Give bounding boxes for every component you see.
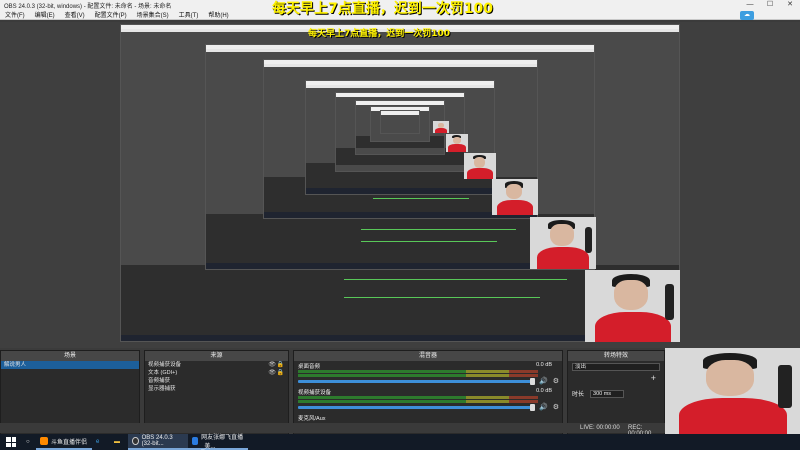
volume-meter bbox=[298, 400, 538, 403]
window-controls: — ☐ ✕ bbox=[740, 0, 800, 10]
source-label: 视频捕获设备 bbox=[148, 362, 182, 368]
scenes-dock-title: 场景 bbox=[1, 351, 139, 361]
speaker-icon[interactable]: 🔊 bbox=[539, 377, 548, 385]
nested-webcam-4 bbox=[464, 153, 496, 179]
source-label: 音频捕获 bbox=[148, 378, 171, 384]
duration-input[interactable]: 300 ms bbox=[590, 389, 625, 398]
minimize-button[interactable]: — bbox=[740, 0, 760, 10]
slider-handle[interactable] bbox=[530, 378, 535, 385]
taskbar-app-obs[interactable]: OBS 24.0.3 (32-bit... bbox=[128, 434, 188, 450]
preview-canvas[interactable]: 每天早上7点直播，迟到一次罚100 bbox=[0, 22, 800, 348]
source-label: 显示器捕获 bbox=[148, 386, 176, 392]
menu-help[interactable]: 帮助(H) bbox=[203, 10, 233, 19]
transitions-dock-title: 转场特效 bbox=[568, 351, 664, 361]
menu-edit[interactable]: 编辑(E) bbox=[30, 10, 60, 19]
source-label: 文本 (GDI+) bbox=[148, 370, 178, 376]
taskbar: ○ 斗鱼直播伴侣 e ▬ OBS 24.0.3 (32-bit... 网友张娜飞… bbox=[0, 434, 800, 450]
duration-label: 时长 bbox=[572, 392, 585, 398]
source-item-display-capture[interactable]: 显示器捕获 bbox=[145, 385, 288, 393]
stream-banner-text: 每天早上7点直播，迟到一次罚100 bbox=[272, 1, 493, 17]
nested-webcam-1 bbox=[585, 270, 680, 342]
slider-handle[interactable] bbox=[530, 404, 535, 411]
cloud-icon[interactable]: ☁ bbox=[740, 11, 754, 20]
nested-webcam-6 bbox=[433, 121, 449, 133]
menu-view[interactable]: 查看(V) bbox=[60, 10, 90, 19]
nested-capture-8 bbox=[380, 110, 420, 134]
nested-webcam-3 bbox=[492, 179, 538, 215]
lock-icon[interactable]: 🔒 bbox=[277, 369, 284, 377]
volume-meter bbox=[298, 370, 538, 373]
mixer-channel-desktop: 桌面音频 0.0 dB 🔊 ⚙ bbox=[294, 361, 562, 387]
menu-scene-collection[interactable]: 场景集合(S) bbox=[132, 10, 174, 19]
taskbar-app-douyu[interactable]: 斗鱼直播伴侣 bbox=[36, 434, 92, 450]
transition-select[interactable]: 淡出 bbox=[572, 363, 660, 371]
nested-banner-1: 每天早上7点直播，迟到一次罚100 bbox=[308, 29, 451, 39]
channel-db: 0.0 dB bbox=[536, 362, 552, 368]
search-icon[interactable]: ○ bbox=[22, 434, 36, 450]
menu-file[interactable]: 文件(F) bbox=[0, 10, 30, 19]
folder-icon[interactable]: ▬ bbox=[110, 434, 128, 450]
nested-webcam-2 bbox=[530, 217, 596, 269]
source-item-text[interactable]: 文本 (GDI+) 👁 🔒 bbox=[145, 369, 288, 377]
maximize-button[interactable]: ☐ bbox=[760, 0, 780, 10]
close-button[interactable]: ✕ bbox=[780, 0, 800, 10]
nested-webcam-5 bbox=[446, 134, 468, 152]
gear-icon[interactable]: ⚙ bbox=[553, 377, 559, 385]
webcam-overlay bbox=[665, 348, 800, 434]
eye-icon[interactable]: 👁 bbox=[268, 369, 276, 377]
source-item-video-capture[interactable]: 视频捕获设备 👁 🔒 bbox=[145, 361, 288, 369]
volume-meter bbox=[298, 374, 538, 377]
speaker-icon[interactable]: 🔊 bbox=[539, 403, 548, 411]
channel-name: 视频捕获设备 bbox=[298, 390, 332, 396]
volume-meter bbox=[298, 396, 538, 399]
mixer-channel-video: 视频捕获设备 0.0 dB 🔊 ⚙ bbox=[294, 387, 562, 413]
windows-start-icon[interactable] bbox=[6, 437, 16, 447]
menu-tools[interactable]: 工具(T) bbox=[174, 10, 204, 19]
channel-db: 0.0 dB bbox=[536, 388, 552, 394]
volume-slider[interactable] bbox=[298, 378, 535, 385]
lock-icon[interactable]: 🔒 bbox=[277, 361, 284, 369]
status-bar: LIVE: 00:00:00 REC: 00:00:00 bbox=[0, 423, 665, 437]
add-icon[interactable]: + bbox=[651, 373, 656, 383]
mixer-dock-title: 混音器 bbox=[294, 351, 562, 361]
live-timer: LIVE: 00:00:00 bbox=[580, 425, 620, 431]
source-item-audio-capture[interactable]: 音频捕获 bbox=[145, 377, 288, 385]
channel-name: 桌面音频 bbox=[298, 364, 321, 370]
taskbar-app-browser[interactable]: 网友张娜飞直播_美... bbox=[188, 434, 248, 450]
window-title: OBS 24.0.3 (32-bit, windows) - 配置文件: 未命名… bbox=[4, 3, 172, 10]
scene-item[interactable]: 解说男人 bbox=[1, 361, 139, 369]
volume-slider[interactable] bbox=[298, 404, 535, 411]
channel-name: 麦克风/Aux bbox=[298, 416, 326, 422]
menu-profile[interactable]: 配置文件(P) bbox=[90, 10, 132, 19]
edge-icon[interactable]: e bbox=[92, 434, 110, 450]
gear-icon[interactable]: ⚙ bbox=[553, 403, 559, 411]
eye-icon[interactable]: 👁 bbox=[268, 361, 276, 369]
sources-dock-title: 来源 bbox=[145, 351, 288, 361]
